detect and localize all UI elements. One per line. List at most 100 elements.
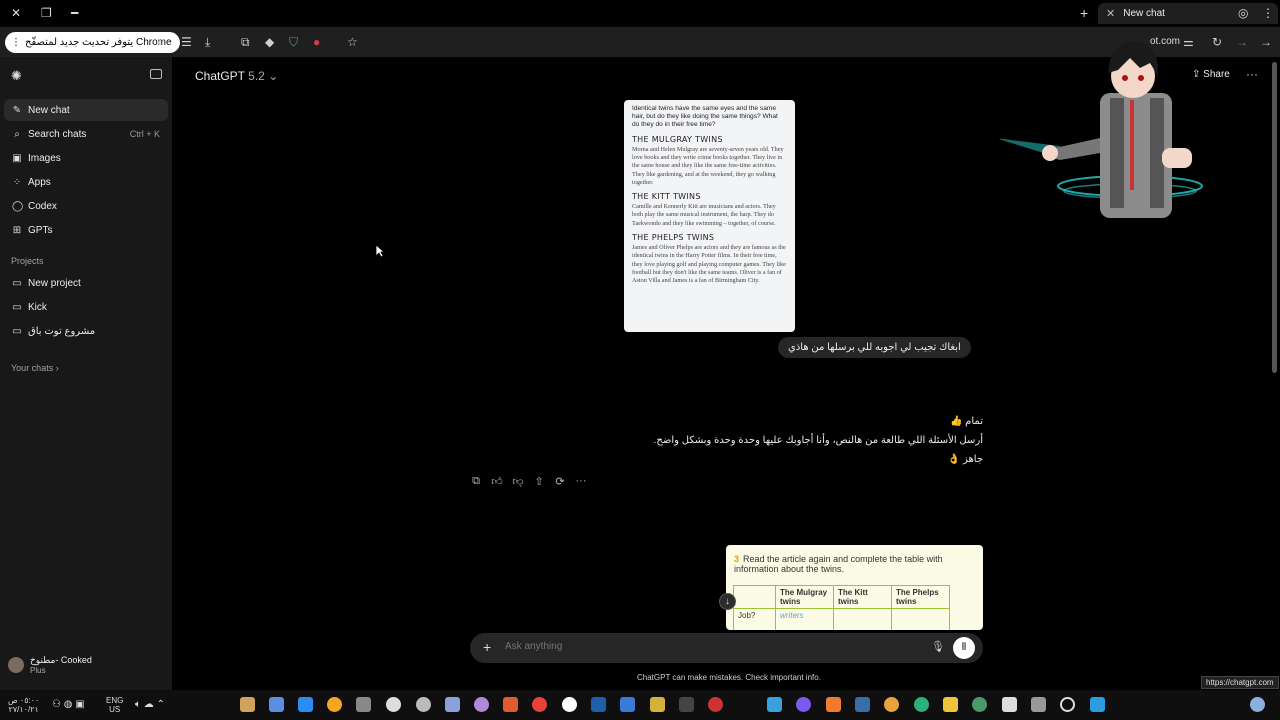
extension-icon[interactable]: ◐: [157, 35, 164, 49]
chrome-icon[interactable]: [884, 697, 899, 712]
sidebar-item-new-project[interactable]: ▭ New project: [4, 272, 168, 294]
table-image[interactable]: 3 Read the article again and complete the…: [726, 545, 983, 630]
sidebar-toggle-icon[interactable]: [150, 69, 162, 79]
chrome-update-button[interactable]: ⋮ يتوفر تحديث جديد لمتصفّح Chrome: [5, 32, 180, 53]
model-selector[interactable]: ChatGPT 5.2 ⌄: [195, 69, 278, 83]
taskbar-app-icon[interactable]: [532, 697, 547, 712]
your-chats-heading[interactable]: Your chats ›: [11, 363, 59, 373]
extension-diamond-icon[interactable]: ◆: [265, 35, 274, 49]
taskbar-app-icon[interactable]: [445, 697, 460, 712]
taskbar-app-icon[interactable]: [269, 697, 284, 712]
tab-new-chat[interactable]: ✕ New chat: [1098, 3, 1278, 24]
search-icon[interactable]: [1060, 697, 1075, 712]
restore-window-icon[interactable]: ❐: [41, 6, 52, 20]
user-plan: Plus: [30, 666, 46, 675]
taskbar-app-icon[interactable]: [650, 697, 665, 712]
taskbar-app-icon[interactable]: [416, 697, 431, 712]
settings-icon[interactable]: [356, 697, 371, 712]
taskbar-app-icon[interactable]: [826, 697, 841, 712]
taskbar-app-icon[interactable]: [474, 697, 489, 712]
language-indicator[interactable]: ENG US: [106, 696, 123, 714]
article-image[interactable]: Identical twins have the same eyes and t…: [624, 100, 795, 332]
openai-logo-icon[interactable]: ✺: [11, 68, 22, 84]
taskbar-app-icon[interactable]: [503, 697, 518, 712]
download-icon[interactable]: ⤓: [205, 35, 210, 49]
message-input[interactable]: [505, 641, 885, 652]
vtuber-avatar-overlay: [1000, 41, 1203, 218]
sidebar-item-apps[interactable]: ⁘ Apps: [4, 171, 168, 193]
weather-icon[interactable]: [1250, 697, 1265, 712]
sidebar-item-search-chats[interactable]: ⌕ Search chats Ctrl + K: [4, 123, 168, 145]
taskbar-app-icon[interactable]: [562, 697, 577, 712]
folder-icon: ▭: [12, 301, 22, 313]
steam-icon[interactable]: [855, 697, 870, 712]
section-body: Camille and Kennerly Kitt are musicians …: [632, 203, 776, 227]
tab-title: New chat: [1123, 8, 1165, 19]
chevron-down-icon: ⌄: [268, 69, 279, 83]
voice-mode-button[interactable]: ⫴: [953, 637, 975, 659]
search-icon: ⌕: [14, 128, 20, 140]
kebab-icon: ⋮: [11, 37, 21, 48]
sidebar-item-images[interactable]: ▣ Images: [4, 147, 168, 169]
mouse-cursor-icon: [375, 244, 385, 258]
record-icon[interactable]: ●: [313, 35, 320, 49]
user-profile[interactable]: مطنوخ- Cooked Plus: [8, 655, 92, 675]
edge-icon[interactable]: [914, 697, 929, 712]
task-view-icon[interactable]: [1031, 697, 1046, 712]
reload-icon[interactable]: ↻: [1212, 35, 1222, 49]
taskbar-app-icon[interactable]: [708, 697, 723, 712]
close-window-icon[interactable]: ✕: [11, 6, 21, 20]
taskbar-app-icon[interactable]: [240, 697, 255, 712]
sidebar-item-codex[interactable]: ◯ Codex: [4, 195, 168, 217]
taskbar-app-icon[interactable]: [767, 697, 782, 712]
windows-start-icon[interactable]: [1090, 697, 1105, 712]
taskbar-app-icon[interactable]: [591, 697, 606, 712]
forward-icon[interactable]: →: [1236, 35, 1248, 49]
scroll-down-button[interactable]: ↓: [719, 593, 736, 610]
scrollbar[interactable]: [1272, 62, 1277, 373]
menu-icon[interactable]: ⋮: [1262, 6, 1274, 20]
more-icon[interactable]: ···: [575, 475, 587, 488]
new-tab-button[interactable]: +: [1080, 5, 1088, 21]
codex-icon: ◯: [12, 200, 24, 212]
play-icon[interactable]: [386, 697, 401, 712]
image-icon: ▣: [12, 152, 22, 164]
section-heading: THE MULGRAY TWINS: [632, 134, 723, 144]
thumbs-down-icon[interactable]: 👎︎: [512, 475, 524, 488]
share-icon[interactable]: ⇧: [533, 475, 545, 488]
taskbar-app-icon[interactable]: [1002, 697, 1017, 712]
close-tab-icon[interactable]: ✕: [1106, 7, 1115, 20]
user-message: ابغاك تجيب لي اجوبه للي برسلها من هاذي: [778, 337, 971, 358]
discord-icon[interactable]: [796, 697, 811, 712]
taskbar-app-icon[interactable]: [679, 697, 694, 712]
reading-list-icon[interactable]: ☰: [181, 35, 192, 49]
sidebar-item-kick[interactable]: ▭ Kick: [4, 296, 168, 318]
shield-icon[interactable]: ⛉: [289, 35, 298, 49]
sidebar-item-gpts[interactable]: ⊞ GPTs: [4, 219, 168, 241]
sidebar-item-new-chat[interactable]: ✎ New chat: [4, 99, 168, 121]
minimize-window-icon[interactable]: ━: [71, 6, 78, 20]
chatgpt-icon[interactable]: [972, 697, 987, 712]
taskbar-app-icon[interactable]: [327, 697, 342, 712]
more-options-icon[interactable]: ···: [1246, 67, 1258, 81]
tab-search-icon[interactable]: ◎: [1238, 6, 1248, 20]
section-body: Morna and Helen Mulgray are seventy-seve…: [632, 145, 784, 186]
back-icon[interactable]: →: [1260, 35, 1272, 49]
copy-icon[interactable]: ⧉: [470, 475, 482, 488]
microphone-icon[interactable]: 🎙︎: [931, 640, 945, 653]
taskbar-app-icon[interactable]: [298, 697, 313, 712]
clock[interactable]: ٠٥:٠٠ ص ٢٧/١٠/٢١: [8, 696, 39, 714]
file-explorer-icon[interactable]: [943, 697, 958, 712]
composer: + 🎙︎ ⫴: [470, 633, 983, 663]
windows-store-icon[interactable]: [620, 697, 635, 712]
notification-icons[interactable]: ⚇ ◍ ▣: [52, 700, 85, 710]
thumbs-up-icon[interactable]: 👍︎: [491, 475, 503, 488]
sidebar-item-project-arabic[interactable]: ▭ مشروع توت باق: [4, 320, 168, 342]
projects-heading: Projects: [11, 256, 44, 266]
bookmark-star-icon[interactable]: ☆: [347, 35, 358, 49]
add-attachment-icon[interactable]: +: [483, 639, 491, 655]
puzzle-icon[interactable]: ⧉: [241, 35, 250, 49]
tray-icons[interactable]: 🔈︎ ☁ ⌃: [135, 700, 165, 710]
disclaimer: ChatGPT can make mistakes. Check importa…: [637, 673, 821, 682]
regenerate-icon[interactable]: ⟳: [554, 475, 566, 488]
